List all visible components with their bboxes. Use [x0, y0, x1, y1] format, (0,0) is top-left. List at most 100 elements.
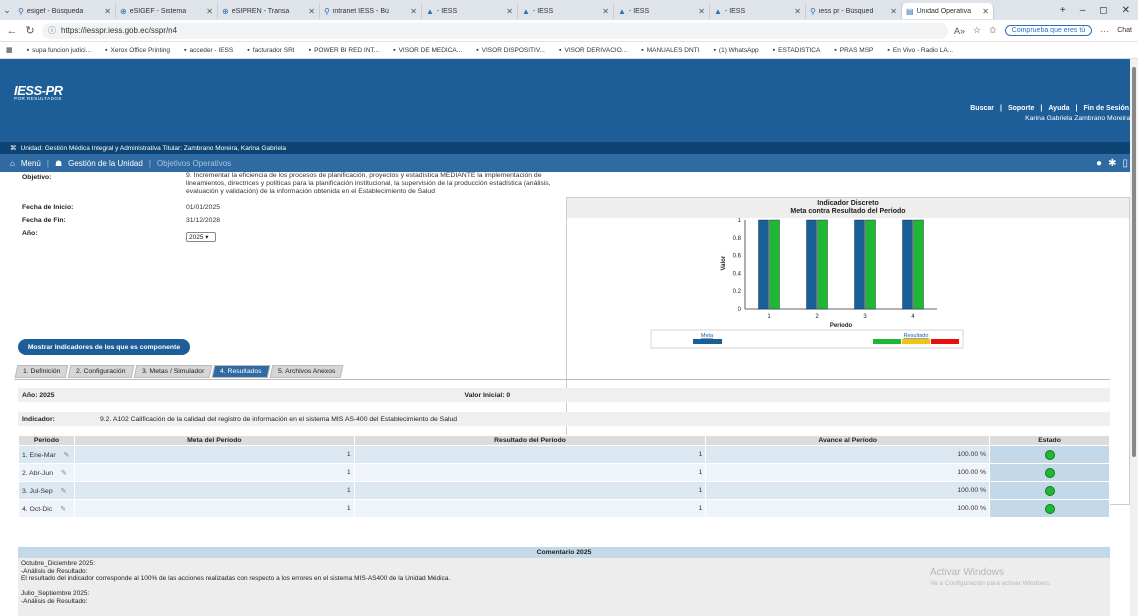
tab-strip: ⚲ esigef - Búsqueda ✕ ⊕ eSIGEF - Sistema ✕ ⊕ eS… [14, 1, 1060, 19]
bookmark-item[interactable]: ▪ VISOR DERIVACIO... [559, 47, 627, 54]
site-info-icon[interactable]: ⓘ [48, 25, 56, 36]
back-icon[interactable]: ← [6, 25, 18, 37]
menu-home-link[interactable]: Menú [21, 159, 41, 168]
address-bar-row: ← ↻ ⓘ https://iesspr.iess.gob.ec/sspr/n4… [0, 20, 1138, 42]
browser-tab[interactable]: ▲ - IESS ✕ [614, 3, 710, 19]
new-tab-icon[interactable]: + [1060, 5, 1066, 16]
search-icon: ⚲ [810, 6, 816, 16]
estado-cell [989, 463, 1110, 482]
bookmark-item[interactable]: ▪ (1) WhatsApp [713, 47, 758, 54]
bookmark-item[interactable]: ▪ POWER BI RED INT... [309, 47, 380, 54]
favorites-icon[interactable]: ✩ [989, 25, 997, 36]
close-tab-icon[interactable]: ✕ [206, 7, 213, 16]
bookmark-item[interactable]: ▪ PRAS MSP [834, 47, 873, 54]
more-icon[interactable]: ··· [1100, 26, 1109, 36]
header-link[interactable]: Fin de Sesión [1080, 105, 1132, 112]
bookmark-icon: ▪ [834, 46, 837, 54]
unit-icon: ⌘ [10, 145, 17, 152]
close-tab-icon[interactable]: ✕ [410, 7, 417, 16]
iess-icon: ▲ [522, 6, 530, 16]
close-tab-icon[interactable]: ✕ [104, 7, 111, 16]
mostrar-indicadores-button[interactable]: Mostrar Indicadores de los que es compon… [18, 339, 190, 355]
legend-meta-label: Meta [701, 333, 714, 339]
bookmark-item[interactable]: ▪ VISOR DE MEDICA... [393, 47, 462, 54]
read-aloud-icon[interactable]: A» [954, 26, 965, 36]
browser-tab-label: esigef - Búsqueda [26, 7, 84, 15]
bookmark-item[interactable]: ▪ MANUALES DNTI [641, 47, 699, 54]
favorite-star-icon[interactable]: ☆ [973, 25, 981, 36]
bookmark-label: MANUALES DNTI [646, 46, 700, 54]
restore-icon[interactable]: ◻ [1099, 5, 1107, 16]
bookmark-label: (1) WhatsApp [718, 46, 759, 54]
close-tab-icon[interactable]: ✕ [794, 7, 801, 16]
bookmark-label: supa funcion judici... [32, 46, 92, 54]
browser-tab[interactable]: ▲ - IESS ✕ [710, 3, 806, 19]
browser-tab[interactable]: ▲ - IESS ✕ [422, 3, 518, 19]
anio-row: Año: 2025 Valor Inicial: 0 [18, 388, 1110, 402]
close-window-icon[interactable]: ✕ [1122, 5, 1130, 16]
bookmark-item[interactable]: ▪ VISOR DISPOSITIV... [476, 47, 545, 54]
document-icon[interactable]: ▯ [1122, 158, 1128, 169]
close-tab-icon[interactable]: ✕ [698, 7, 705, 16]
close-tab-icon[interactable]: ✕ [308, 7, 315, 16]
close-tab-icon[interactable]: ✕ [506, 7, 513, 16]
people-icon: ☗ [54, 158, 63, 168]
browser-tab[interactable]: ⚲ esigef - Búsqueda ✕ [14, 3, 116, 19]
header-link[interactable]: Soporte [1005, 105, 1037, 112]
chart-header: Indicador Discreto Meta contra Resultado… [567, 198, 1129, 218]
browser-tab[interactable]: ⊕ eSIPREN - Transa ✕ [218, 3, 320, 19]
reload-icon[interactable]: ↻ [24, 24, 36, 37]
bookmark-item[interactable]: ▪ facturador SRI [247, 47, 294, 54]
url-field[interactable]: ⓘ https://iesspr.iess.gob.ec/sspr/n4 [42, 22, 949, 39]
close-tab-icon[interactable]: ✕ [890, 7, 897, 16]
chart-title: Indicador Discreto [817, 200, 879, 207]
browser-tab[interactable]: ▤ Unidad Operativa ✕ [902, 3, 994, 19]
edit-document-icon[interactable]: ✎ [61, 470, 67, 477]
bookmark-item[interactable]: ▪ acceder - IESS [184, 47, 233, 54]
apps-icon[interactable]: ▦ [6, 46, 13, 54]
close-tab-icon[interactable]: ✕ [982, 7, 989, 16]
main-content: Objetivo: 9. Incrementar la eficiencia d… [0, 172, 1138, 616]
tab-list-icon[interactable]: ⌄ [0, 5, 14, 16]
anio-select[interactable]: 2025 ▾ [186, 232, 216, 242]
resultado-cell: 1 [353, 481, 707, 500]
scrollbar-thumb[interactable] [1132, 67, 1136, 457]
tab-label: 3. Metas / Simulador [141, 368, 205, 375]
header-link[interactable]: Buscar [967, 105, 997, 112]
chat-button[interactable]: Chat [1117, 27, 1132, 34]
tab-2[interactable]: 2. Configuración [68, 365, 135, 378]
browser-tab[interactable]: ⚲ intranet IESS - Bú ✕ [320, 3, 422, 19]
bookmark-item[interactable]: ▪ supa funcion judici... [27, 47, 91, 54]
url-text: https://iesspr.iess.gob.ec/sspr/n4 [61, 26, 178, 35]
bookmark-item[interactable]: ▪ En Vivo - Radio LA... [887, 47, 953, 54]
browser-tab[interactable]: ▲ - IESS ✕ [518, 3, 614, 19]
copilot-verify-pill[interactable]: Comprueba que eres tú [1004, 25, 1093, 36]
settings-gear-icon[interactable]: ✱ [1108, 158, 1116, 169]
tab-4[interactable]: 4. Resultados [211, 365, 271, 378]
edit-document-icon[interactable]: ✎ [60, 506, 66, 513]
anio-select-value: 2025 [189, 234, 204, 241]
browser-tab[interactable]: ⚲ iess pr - Búsqued ✕ [806, 3, 902, 19]
header-link[interactable]: Ayuda [1045, 105, 1072, 112]
bookmark-label: VISOR DE MEDICA... [398, 46, 463, 54]
watermark-subtitle: Ve a Configuración para activar Windows. [930, 580, 1051, 587]
menu-gestion-link[interactable]: Gestión de la Unidad [68, 159, 143, 168]
tab-5[interactable]: 5. Archivos Anexos [269, 365, 344, 378]
bookmark-label: Xerox Office Printing [110, 46, 171, 54]
minimize-icon[interactable]: – [1080, 5, 1086, 16]
close-tab-icon[interactable]: ✕ [602, 7, 609, 16]
bookmark-icon: ▪ [772, 46, 776, 54]
chart-subtitle: Meta contra Resultado del Período [790, 208, 906, 215]
tab-1[interactable]: 1. Definición [14, 365, 69, 378]
browser-tab-label: eSIPREN - Transa [231, 7, 290, 15]
edit-document-icon[interactable]: ✎ [61, 488, 67, 495]
edit-document-icon[interactable]: ✎ [64, 452, 70, 459]
tab-3[interactable]: 3. Metas / Simulador [133, 365, 213, 378]
user-icon[interactable]: ● [1096, 158, 1102, 169]
home-icon[interactable]: ⌂ [10, 159, 15, 168]
bar-meta [758, 219, 769, 310]
browser-tab[interactable]: ⊕ eSIGEF - Sistema ✕ [116, 3, 218, 19]
bookmark-item[interactable]: ▪ ESTADISTICA [773, 47, 821, 54]
bookmark-item[interactable]: ▪ Xerox Office Printing [105, 47, 170, 54]
page-scrollbar[interactable] [1130, 59, 1138, 616]
